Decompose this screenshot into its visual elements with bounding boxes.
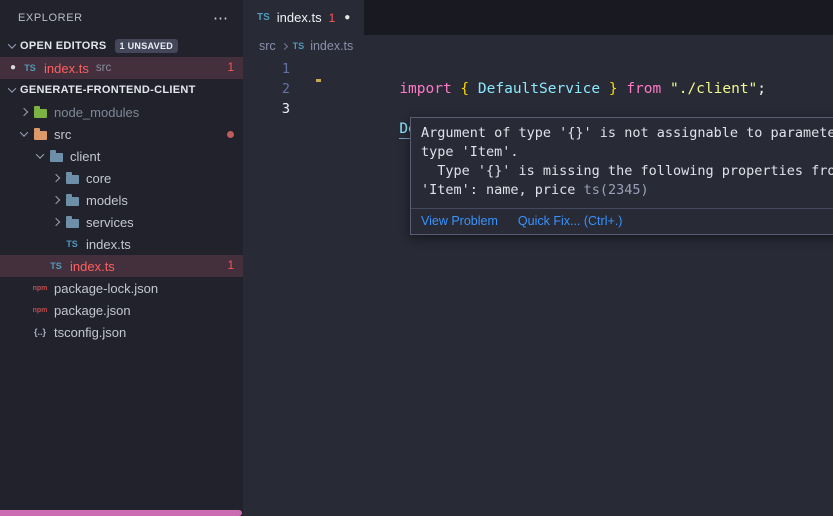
status-accent-bar	[0, 510, 242, 516]
tree-item-label: models	[86, 193, 128, 208]
open-editor-item-index-ts[interactable]: ● TS index.ts src 1	[0, 57, 243, 79]
npm-icon: npm	[33, 285, 48, 292]
chevron-down-icon	[4, 43, 20, 49]
tree-item-package-lock-json[interactable]: npm package-lock.json	[0, 277, 243, 299]
tree-item-client[interactable]: client	[0, 145, 243, 167]
chevron-right-icon	[16, 109, 32, 115]
folder-icon	[64, 192, 80, 208]
keyword-token: import	[399, 81, 451, 97]
tab-bar: TS index.ts 1 ●	[243, 0, 833, 35]
quick-fix-link[interactable]: Quick Fix... (Ctrl+.)	[518, 214, 623, 228]
code-editor[interactable]: 1 import { DefaultService } from "./clie…	[243, 57, 833, 119]
string-token: "./client"	[661, 81, 757, 97]
tree-item-label: tsconfig.json	[54, 325, 126, 340]
tree-item-index-ts-client[interactable]: TS index.ts	[0, 233, 243, 255]
json-braces-icon: {..}	[34, 327, 46, 337]
tree-item-index-ts-src[interactable]: TS index.ts 1	[0, 255, 243, 277]
file-tree: node_modules src client core mo	[0, 101, 243, 343]
error-hover-tooltip: Argument of type '{}' is not assignable …	[410, 117, 833, 235]
chevron-down-icon	[4, 87, 20, 93]
brace-token: {	[452, 81, 478, 97]
breadcrumb: src TS index.ts	[243, 35, 833, 57]
tree-item-package-json[interactable]: npm package.json	[0, 299, 243, 321]
semicolon-token: ;	[757, 81, 766, 97]
tab-title: index.ts	[277, 10, 322, 25]
keyword-token: from	[626, 81, 661, 97]
tree-item-label: index.ts	[70, 259, 115, 274]
ts-file-icon: TS	[293, 41, 305, 51]
chevron-down-icon	[16, 131, 32, 137]
tree-item-label: package.json	[54, 303, 131, 318]
tab-modified-dot-icon[interactable]: ●	[344, 12, 350, 23]
view-problem-link[interactable]: View Problem	[421, 214, 498, 228]
code-line-1: 1 import { DefaultService } from "./clie…	[243, 59, 833, 79]
file-description: src	[96, 62, 111, 74]
breadcrumb-item-index-ts[interactable]: index.ts	[310, 39, 353, 53]
workspace-section-header[interactable]: GENERATE-FRONTEND-CLIENT	[0, 79, 243, 101]
line-number: 3	[243, 99, 290, 119]
brace-token: }	[600, 81, 626, 97]
tree-item-core[interactable]: core	[0, 167, 243, 189]
identifier-token: DefaultService	[478, 81, 600, 97]
open-editors-section-header[interactable]: OPEN EDITORS 1 UNSAVED	[0, 35, 243, 57]
workspace-name: GENERATE-FRONTEND-CLIENT	[20, 84, 196, 96]
tree-item-label: index.ts	[86, 237, 131, 252]
tree-item-label: src	[54, 127, 71, 142]
error-code: ts(2345)	[584, 182, 649, 198]
tree-item-label: client	[70, 149, 100, 164]
hover-message-line: 'Item': name, price ts(2345)	[421, 181, 833, 200]
hover-message-line: Type '{}' is missing the following prope…	[421, 162, 833, 181]
hover-message: Argument of type '{}' is not assignable …	[411, 118, 833, 208]
ts-file-icon: TS	[66, 239, 78, 249]
ts-file-icon: TS	[50, 261, 62, 271]
breadcrumb-item-src[interactable]: src	[259, 39, 276, 53]
chevron-right-icon	[48, 197, 64, 203]
folder-icon	[64, 214, 80, 230]
explorer-title: EXPLORER	[18, 12, 83, 24]
tree-item-label: core	[86, 171, 111, 186]
more-actions-icon[interactable]: ⋯	[213, 9, 229, 27]
npm-icon: npm	[33, 307, 48, 314]
explorer-panel: EXPLORER ⋯ OPEN EDITORS 1 UNSAVED ● TS i…	[0, 0, 243, 516]
tab-error-count: 1	[329, 11, 336, 25]
vscode-window: EXPLORER ⋯ OPEN EDITORS 1 UNSAVED ● TS i…	[0, 0, 833, 516]
folder-icon	[48, 148, 64, 164]
chevron-right-icon	[48, 175, 64, 181]
error-count-badge: 1	[228, 62, 234, 74]
hover-message-line: type 'Item'.	[421, 143, 833, 162]
tree-item-tsconfig-json[interactable]: {..} tsconfig.json	[0, 321, 243, 343]
unsaved-count-badge: 1 UNSAVED	[115, 39, 179, 53]
code-line-3: 3 DefaultService.createItemItemPost({})	[243, 99, 833, 119]
line-number: 1	[243, 59, 290, 79]
tree-item-label: package-lock.json	[54, 281, 158, 296]
tree-item-label: node_modules	[54, 105, 139, 120]
ts-file-icon: TS	[257, 12, 270, 23]
tree-item-label: services	[86, 215, 134, 230]
tree-item-services[interactable]: services	[0, 211, 243, 233]
hover-action-bar: View Problem Quick Fix... (Ctrl+.)	[411, 208, 833, 234]
tree-item-models[interactable]: models	[0, 189, 243, 211]
ts-file-icon: TS	[24, 63, 36, 73]
node-modules-folder-icon	[32, 104, 48, 120]
error-count-badge: 1	[228, 260, 234, 272]
folder-icon	[32, 126, 48, 142]
hover-message-text: 'Item': name, price	[421, 182, 584, 198]
folder-icon	[64, 170, 80, 186]
editor-group: TS index.ts 1 ● src TS index.ts 1 import…	[243, 0, 833, 516]
hover-message-line: Argument of type '{}' is not assignable …	[421, 124, 833, 143]
chevron-right-icon	[48, 219, 64, 225]
error-dot-icon	[227, 131, 234, 138]
tab-index-ts[interactable]: TS index.ts 1 ●	[243, 0, 364, 35]
open-editors-label: OPEN EDITORS	[20, 40, 107, 52]
tree-item-src[interactable]: src	[0, 123, 243, 145]
line-number: 2	[243, 79, 290, 99]
chevron-right-icon	[281, 42, 288, 49]
modified-dot-icon: ●	[10, 63, 16, 73]
file-name: index.ts	[44, 61, 89, 76]
chevron-down-icon	[32, 153, 48, 159]
explorer-header: EXPLORER ⋯	[0, 0, 243, 35]
tree-item-node-modules[interactable]: node_modules	[0, 101, 243, 123]
